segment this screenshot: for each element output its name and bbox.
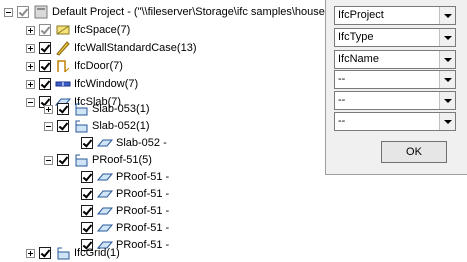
chevron-down-icon[interactable] [439, 113, 455, 130]
chevron-down-icon[interactable] [439, 71, 455, 88]
ifc-storey-icon [73, 118, 89, 134]
tree-checkbox[interactable] [81, 137, 93, 149]
ifc-slab-icon [97, 203, 113, 219]
ifc-slab-icon [97, 135, 113, 151]
select-value: -- [338, 115, 346, 127]
tree-item[interactable]: IfcGrid(1) [26, 244, 121, 262]
ifc-slab-icon [97, 186, 113, 202]
select-value: -- [338, 73, 346, 85]
tree-label[interactable]: IfcWindow(7) [73, 77, 139, 91]
select-value: -- [338, 94, 346, 106]
tree-item[interactable]: PRoof-51(5) [44, 151, 153, 169]
collapse-toggle[interactable] [4, 7, 13, 17]
tree-checkbox[interactable] [17, 6, 29, 18]
tree-checkbox[interactable] [39, 24, 51, 36]
ifc-window-icon [55, 76, 71, 92]
tree-item[interactable]: Slab-052(1) [44, 117, 150, 135]
tree-item[interactable]: PRoof-51 - [68, 168, 170, 186]
expand-toggle[interactable] [26, 61, 35, 71]
tree-label[interactable]: PRoof-51(5) [91, 153, 153, 167]
collapse-toggle[interactable] [44, 121, 53, 131]
tree-checkbox[interactable] [39, 78, 51, 90]
expand-toggle[interactable] [26, 248, 35, 258]
tree-label[interactable]: IfcGrid(1) [73, 246, 121, 260]
tree-item[interactable]: IfcWindow(7) [26, 75, 139, 93]
group-level-6-select[interactable]: -- [334, 112, 456, 131]
tree-label[interactable]: IfcWallStandardCase(13) [73, 41, 197, 55]
tree-checkbox[interactable] [39, 60, 51, 72]
tree-checkbox[interactable] [57, 103, 69, 115]
expand-toggle[interactable] [44, 104, 53, 114]
tree-checkbox[interactable] [57, 154, 69, 166]
tree-item[interactable]: IfcWallStandardCase(13) [26, 39, 197, 57]
tree-label[interactable]: Slab-052(1) [91, 119, 150, 133]
ok-button[interactable]: OK [381, 141, 447, 163]
tree-checkbox[interactable] [81, 205, 93, 217]
tree-item[interactable]: Slab-053(1) [44, 100, 150, 118]
group-level-2-select[interactable]: IfcType [334, 28, 456, 47]
collapse-toggle[interactable] [44, 155, 53, 165]
tree-item[interactable]: IfcSpace(7) [26, 21, 131, 39]
tree-checkbox[interactable] [39, 42, 51, 54]
select-value: IfcProject [338, 9, 384, 21]
ifc-space-icon [55, 22, 71, 38]
tree-item[interactable]: PRoof-51 - [68, 185, 170, 203]
select-value: IfcName [338, 53, 379, 65]
tree-item[interactable]: IfcDoor(7) [26, 57, 124, 75]
tree-checkbox[interactable] [57, 120, 69, 132]
chevron-down-icon[interactable] [439, 7, 455, 24]
group-level-3-select[interactable]: IfcName [334, 50, 456, 69]
ifc-storey-icon [73, 101, 89, 117]
tree-item[interactable]: PRoof-51 - [68, 202, 170, 220]
ifc-wall-icon [55, 40, 71, 56]
tree-label[interactable]: Slab-053(1) [91, 102, 150, 116]
select-value: IfcType [338, 31, 374, 43]
tree-label[interactable]: Default Project - ("\\fileserver\Storage… [51, 5, 326, 19]
tree-label[interactable]: IfcDoor(7) [73, 59, 124, 73]
group-level-4-select[interactable]: -- [334, 70, 456, 89]
group-level-5-select[interactable]: -- [334, 91, 456, 110]
group-level-1-select[interactable]: IfcProject [334, 6, 456, 25]
chevron-down-icon[interactable] [439, 51, 455, 68]
tree-checkbox[interactable] [81, 222, 93, 234]
tree-checkbox[interactable] [81, 171, 93, 183]
ifc-tree-view[interactable]: Default Project - ("\\fileserver\Storage… [0, 0, 330, 262]
expand-toggle[interactable] [26, 43, 35, 53]
tree-label[interactable]: PRoof-51 - [115, 204, 170, 218]
ifc-door-icon [55, 58, 71, 74]
expand-toggle[interactable] [26, 79, 35, 89]
ifc-grid-icon [55, 245, 71, 261]
expand-toggle[interactable] [26, 25, 35, 35]
tree-label[interactable]: PRoof-51 - [115, 187, 170, 201]
tree-checkbox[interactable] [81, 188, 93, 200]
tree-label[interactable]: Slab-052 - [115, 136, 168, 150]
project-icon [33, 4, 49, 20]
tree-item[interactable]: PRoof-51 - [68, 219, 170, 237]
screen: Default Project - ("\\fileserver\Storage… [0, 0, 467, 262]
collapse-toggle[interactable] [26, 97, 35, 107]
grouping-panel: IfcProject IfcType IfcName -- -- -- OK [325, 0, 467, 175]
ifc-slab-icon [97, 169, 113, 185]
tree-checkbox[interactable] [39, 247, 51, 259]
tree-root[interactable]: Default Project - ("\\fileserver\Storage… [4, 3, 326, 21]
ifc-slab-icon [97, 220, 113, 236]
chevron-down-icon[interactable] [439, 29, 455, 46]
tree-item[interactable]: Slab-052 - [68, 134, 168, 152]
chevron-down-icon[interactable] [439, 92, 455, 109]
tree-label[interactable]: PRoof-51 - [115, 221, 170, 235]
tree-label[interactable]: IfcSpace(7) [73, 23, 131, 37]
tree-label[interactable]: PRoof-51 - [115, 238, 170, 252]
tree-label[interactable]: PRoof-51 - [115, 170, 170, 184]
ifc-storey-icon [73, 152, 89, 168]
